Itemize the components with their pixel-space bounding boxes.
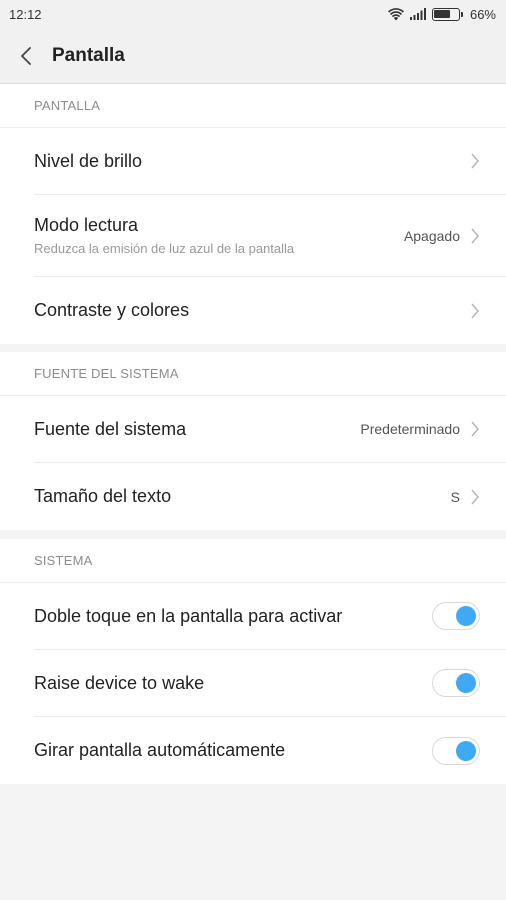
- section-header-fuente: FUENTE DEL SISTEMA: [0, 352, 506, 396]
- chevron-right-icon: [471, 228, 479, 243]
- row-title: Girar pantalla automáticamente: [34, 740, 286, 760]
- toggle-switch[interactable]: [432, 736, 480, 765]
- section-sistema: SISTEMA Doble toque en la pantalla para …: [0, 539, 506, 784]
- row-subtitle: Reduzca la emisión de luz azul de la pan…: [34, 241, 295, 256]
- row-value: Apagado: [403, 227, 460, 244]
- row-title: Modo lectura: [34, 215, 139, 235]
- row-title: Raise device to wake: [34, 672, 205, 693]
- toggle-knob: [456, 673, 476, 693]
- back-button[interactable]: [0, 28, 52, 84]
- battery-icon: [431, 7, 463, 21]
- section-pantalla: PANTALLA Nivel de brillo Modo lectura Re…: [0, 84, 506, 344]
- row-modo-lectura[interactable]: Modo lectura Reduzca la emisión de luz a…: [34, 195, 506, 277]
- toggle-switch[interactable]: [432, 602, 480, 630]
- toggle-knob: [456, 740, 476, 761]
- page-title: Pantalla: [52, 44, 125, 66]
- section-header-pantalla: PANTALLA: [0, 84, 506, 128]
- row-title: Tamaño del texto: [34, 486, 172, 506]
- row-doble-toque[interactable]: Doble toque en la pantalla para activar: [34, 583, 506, 650]
- signal-icon: [409, 8, 426, 20]
- section-header-sistema: SISTEMA: [0, 539, 506, 583]
- chevron-right-icon: [471, 153, 479, 169]
- row-title: Doble toque en la pantalla para activar: [34, 605, 343, 626]
- toggle-knob: [456, 606, 476, 626]
- battery-level-fill: [434, 10, 450, 18]
- row-value: S: [450, 488, 460, 505]
- row-girar-pantalla[interactable]: Girar pantalla automáticamente: [34, 717, 506, 784]
- row-contraste-y-colores[interactable]: Contraste y colores: [34, 277, 506, 344]
- row-nivel-de-brillo[interactable]: Nivel de brillo: [34, 128, 506, 195]
- chevron-right-icon: [471, 489, 479, 504]
- row-title: Fuente del sistema: [34, 418, 187, 439]
- chevron-right-icon: [471, 421, 479, 437]
- chevron-left-icon: [21, 46, 31, 65]
- status-bar: 12:12 66%: [0, 0, 506, 28]
- top-bar: Pantalla: [0, 28, 506, 84]
- row-title: Nivel de brillo: [34, 150, 143, 171]
- status-icons: 66%: [388, 7, 496, 22]
- toggle-switch[interactable]: [432, 669, 480, 697]
- chevron-right-icon: [471, 303, 479, 318]
- row-raise-device-to-wake[interactable]: Raise device to wake: [34, 650, 506, 717]
- row-fuente-del-sistema[interactable]: Fuente del sistema Predeterminado: [34, 396, 506, 463]
- row-tamano-del-texto[interactable]: Tamaño del texto S: [34, 463, 506, 530]
- status-time: 12:12: [9, 6, 42, 22]
- section-fuente-del-sistema: FUENTE DEL SISTEMA Fuente del sistema Pr…: [0, 352, 506, 530]
- battery-percent: 66%: [469, 6, 496, 22]
- wifi-icon: [388, 7, 404, 20]
- row-value: Predeterminado: [360, 421, 460, 437]
- row-title: Contraste y colores: [34, 300, 190, 320]
